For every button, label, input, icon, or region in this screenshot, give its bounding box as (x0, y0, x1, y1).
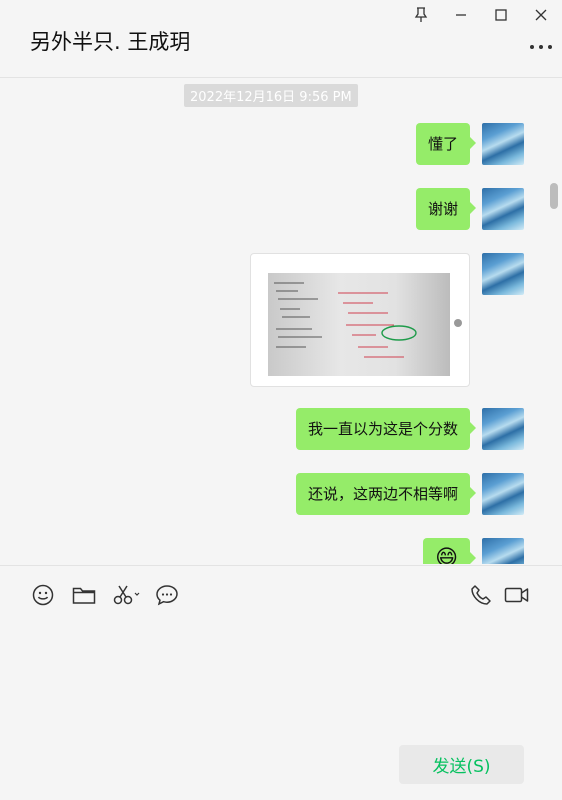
minimize-icon[interactable] (448, 4, 474, 26)
message-list[interactable]: 2022年12月16日 9:56 PM 懂了 谢谢 我一直以为这是个分数 还说，… (0, 78, 562, 564)
avatar[interactable] (482, 538, 524, 564)
message-bubble[interactable]: 谢谢 (415, 188, 477, 230)
message-row (250, 253, 524, 387)
avatar[interactable] (482, 473, 524, 515)
video-call-icon[interactable] (503, 582, 531, 608)
message-row: 😄 (423, 538, 524, 564)
emoji-icon[interactable] (30, 582, 56, 608)
message-row: 懂了 (415, 123, 524, 165)
close-icon[interactable] (528, 4, 554, 26)
folder-icon[interactable] (71, 582, 97, 608)
chat-history-icon[interactable] (154, 582, 180, 608)
image-message[interactable] (250, 253, 470, 387)
photo-thumbnail (268, 273, 450, 376)
message-timestamp: 2022年12月16日 9:56 PM (184, 84, 358, 107)
message-bubble[interactable]: 还说，这两边不相等啊 (295, 473, 477, 515)
message-row: 谢谢 (415, 188, 524, 230)
message-bubble[interactable]: 我一直以为这是个分数 (295, 408, 477, 450)
avatar[interactable] (482, 253, 524, 295)
maximize-icon[interactable] (488, 4, 514, 26)
avatar[interactable] (482, 408, 524, 450)
scissors-icon[interactable] (112, 582, 142, 608)
chat-scrollbar[interactable] (550, 183, 558, 209)
send-button[interactable]: 发送(S) (399, 745, 524, 784)
scroll-dot-icon (454, 319, 462, 327)
message-row: 还说，这两边不相等啊 (295, 473, 524, 515)
message-bubble[interactable]: 懂了 (415, 123, 477, 165)
message-input[interactable] (20, 622, 544, 736)
avatar[interactable] (482, 188, 524, 230)
window-controls (408, 4, 554, 26)
avatar[interactable] (482, 123, 524, 165)
more-options-icon[interactable] (530, 40, 552, 54)
message-row: 我一直以为这是个分数 (295, 408, 524, 450)
emoji-message[interactable]: 😄 (423, 538, 476, 564)
input-toolbar (0, 565, 562, 622)
chat-title: 另外半只. 王成玥 (30, 30, 191, 54)
phone-icon[interactable] (468, 582, 494, 608)
pin-icon[interactable] (408, 4, 434, 26)
